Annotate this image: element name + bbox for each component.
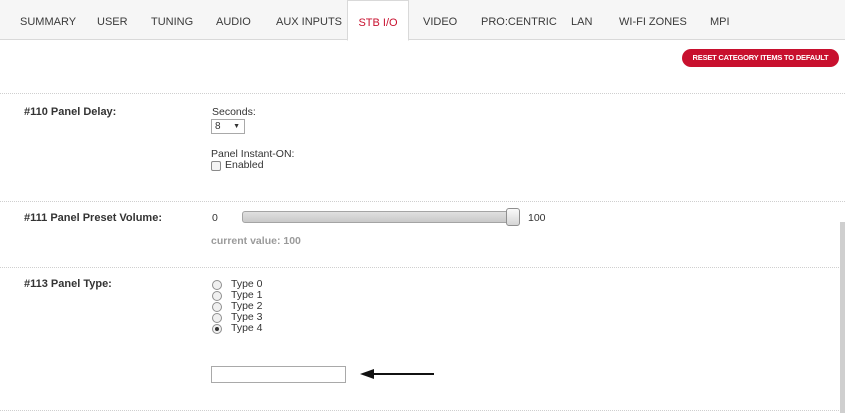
seconds-select[interactable]: 8 ▼ (211, 119, 245, 134)
tab-tuning[interactable]: TUNING (151, 0, 193, 40)
tab-wi-fi-zones[interactable]: WI-FI ZONES (619, 0, 687, 40)
tab-lan[interactable]: LAN (571, 0, 592, 40)
panel-delay-label: #110 Panel Delay: (24, 106, 117, 118)
radio-type-3[interactable] (212, 313, 222, 323)
radio-type-4[interactable] (212, 324, 222, 334)
reset-category-button[interactable]: RESET CATEGORY ITEMS TO DEFAULT (682, 49, 839, 67)
tab-aux-inputs[interactable]: AUX INPUTS (276, 0, 342, 40)
radio-type-2[interactable] (212, 302, 222, 312)
tab-mpi[interactable]: MPI (710, 0, 730, 40)
panel-type-text-input[interactable] (211, 366, 346, 383)
enabled-label: Enabled (225, 159, 264, 171)
seconds-select-value: 8 (215, 121, 221, 132)
radio-type-1[interactable] (212, 291, 222, 301)
tab-user[interactable]: USER (97, 0, 128, 40)
section-divider (0, 267, 845, 268)
slider-min-label: 0 (212, 212, 218, 224)
section-divider (0, 201, 845, 202)
seconds-label: Seconds: (212, 106, 256, 118)
tab-video[interactable]: VIDEO (423, 0, 457, 40)
volume-slider-track[interactable] (242, 211, 520, 223)
tab-pro-centric[interactable]: PRO:CENTRIC (481, 0, 557, 40)
current-value-text: current value: 100 (211, 235, 301, 247)
section-divider (0, 410, 845, 411)
tab-audio[interactable]: AUDIO (216, 0, 251, 40)
tab-stb-io[interactable]: STB I/O (347, 0, 409, 41)
category-tab-bar: SUMMARY USER TUNING AUDIO AUX INPUTS STB… (0, 0, 845, 41)
page-scrollbar[interactable] (840, 222, 845, 413)
left-arrow-icon-shaft (372, 373, 434, 375)
enabled-checkbox[interactable] (211, 161, 221, 171)
caret-down-icon: ▼ (233, 123, 240, 130)
panel-type-label: #113 Panel Type: (24, 278, 112, 290)
slider-max-label: 100 (528, 212, 546, 224)
preset-volume-label: #111 Panel Preset Volume: (24, 212, 162, 224)
volume-slider-handle[interactable] (506, 208, 520, 226)
tab-summary[interactable]: SUMMARY (20, 0, 76, 40)
radio-type-0[interactable] (212, 280, 222, 290)
radio-label: Type 4 (231, 322, 263, 334)
